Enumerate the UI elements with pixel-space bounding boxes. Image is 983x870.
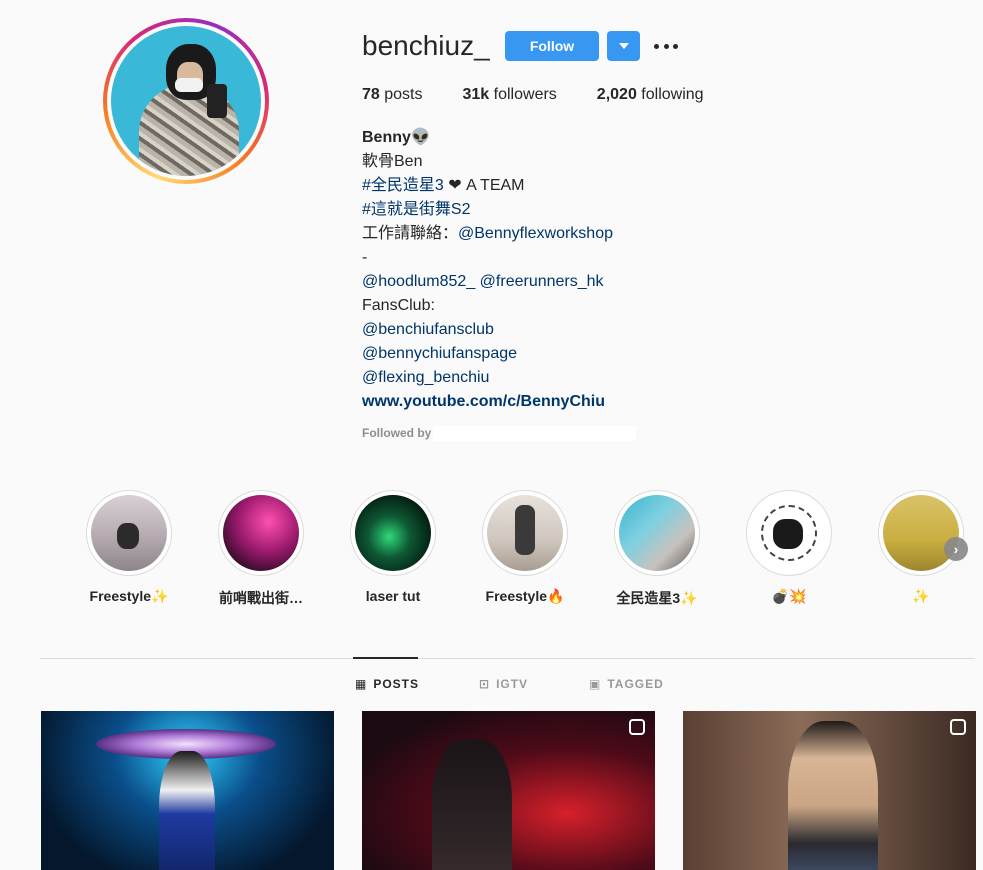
follow-button[interactable]: Follow [505,31,599,61]
bio-line: 工作請聯絡：@Bennyflexworkshop [362,222,613,246]
posts-count-value: 78 [362,86,380,103]
highlight-cover [223,495,299,571]
highlight-cover-ring [878,490,964,576]
profile-username: benchiuz_ [362,30,490,61]
avatar-frame [107,22,265,180]
igtv-badge-icon [629,719,645,735]
following-count-value: 2,020 [596,86,637,103]
tagged-icon: ▣ [589,677,602,691]
grid-icon: ▦ [355,677,368,691]
avatar-image [111,26,261,176]
mention-link[interactable]: @hoodlum852_ [362,273,475,290]
highlight-item[interactable]: 前哨戰出街… [207,490,315,608]
chevron-right-icon[interactable]: › [944,537,968,561]
tab-igtv-label: IGTV [496,677,529,691]
highlight-label: laser tut [365,588,421,604]
highlight-cover-ring [482,490,568,576]
bio-text: 工作請聯絡： [362,225,459,242]
highlight-cover [91,495,167,571]
suggested-accounts-dropdown-button[interactable] [607,31,640,61]
bio-line: @hoodlum852_ @freerunners_hk [362,270,613,294]
followers-count[interactable]: 31k followers [463,86,557,104]
mention-link[interactable]: @bennychiufanspage [362,345,517,362]
tabs-divider [40,658,975,659]
highlight-cover [619,495,695,571]
avatar-phone [207,84,227,118]
chevron-down-icon [618,43,629,49]
highlight-cover-ring [746,490,832,576]
bio-text: ❤ A TEAM [443,177,525,194]
hashtag-link[interactable]: #全民造星3 [362,177,444,194]
post-image-person [788,721,878,870]
carousel-badge-icon [950,719,966,735]
tab-tagged-label: TAGGED [607,677,664,691]
highlight-item[interactable]: 💣💥 [735,490,843,605]
profile-bio: Benny👽 軟骨Ben #全民造星3 ❤ A TEAM #這就是街舞S2 工作… [362,126,613,414]
igtv-icon: ⊡ [479,677,491,691]
post-image-person [432,739,512,870]
highlight-label: ✨ [912,588,930,604]
post-thumbnail[interactable] [362,711,655,870]
profile-avatar[interactable] [103,18,269,184]
highlight-cover-ring [218,490,304,576]
followed-by-label: Followed by [362,426,432,440]
highlight-item[interactable]: 全民造星3✨ [603,490,711,608]
highlight-label: 💣💥 [771,588,807,604]
highlight-label: 前哨戰出街… [219,590,303,606]
website-link[interactable]: www.youtube.com/c/BennyChiu [362,393,605,410]
highlight-item[interactable]: Freestyle🔥 [471,490,579,605]
bio-line: @bennychiufanspage [362,342,613,366]
tab-igtv[interactable]: ⊡ IGTV [479,677,528,691]
tab-posts-label: POSTS [373,677,420,691]
highlight-cover [355,495,431,571]
more-dot-icon [663,43,669,49]
bio-line: @benchiufansclub [362,318,613,342]
highlight-cover-ring [350,490,436,576]
story-highlights: Freestyle✨ 前哨戰出街… laser tut Freestyle🔥 全… [75,490,975,610]
more-options-button[interactable] [654,36,678,56]
highlight-label: 全民造星3✨ [616,590,698,606]
post-thumbnail[interactable] [683,711,976,870]
bio-full-name: Benny👽 [362,129,431,146]
tab-posts[interactable]: ▦ POSTS [355,677,419,691]
highlight-cover [487,495,563,571]
profile-stats: 78 posts 31k followers 2,020 following [362,86,744,104]
highlight-cover [751,495,827,571]
mention-link[interactable]: @freerunners_hk [480,273,604,290]
highlight-item[interactable]: laser tut [339,490,447,604]
bio-line: #全民造星3 ❤ A TEAM [362,174,613,198]
bio-line: FansClub: [362,297,435,314]
highlight-item[interactable]: Freestyle✨ [75,490,183,605]
posts-count: 78 posts [362,86,423,104]
highlight-cover-ring [86,490,172,576]
post-image-person [159,751,215,870]
mention-link[interactable]: @flexing_benchiu [362,369,489,386]
bio-line: #這就是街舞S2 [362,198,613,222]
mention-link[interactable]: @benchiufansclub [362,321,494,338]
hashtag-link[interactable]: #這就是街舞S2 [362,201,470,218]
more-dot-icon [654,43,659,49]
followers-count-value: 31k [462,86,490,103]
bio-line: @flexing_benchiu [362,366,613,390]
highlight-cover-ring [614,490,700,576]
following-count[interactable]: 2,020 following [597,86,704,104]
bio-line: - [362,249,368,266]
avatar-mask [175,78,203,92]
active-tab-indicator [353,657,418,659]
followed-by-redaction [433,426,636,441]
highlight-cover [883,495,959,571]
more-dot-icon [673,43,678,49]
followers-count-label: followers [493,86,557,103]
following-count-label: following [641,86,704,103]
bio-line: 軟骨Ben [362,153,423,170]
highlight-label: Freestyle✨ [89,588,169,604]
posts-count-label: posts [384,86,423,103]
highlight-label: Freestyle🔥 [485,588,565,604]
bio-line: www.youtube.com/c/BennyChiu [362,390,613,414]
tab-tagged[interactable]: ▣ TAGGED [589,677,664,691]
mention-link[interactable]: @Bennyflexworkshop [458,225,613,242]
post-thumbnail[interactable] [41,711,334,870]
